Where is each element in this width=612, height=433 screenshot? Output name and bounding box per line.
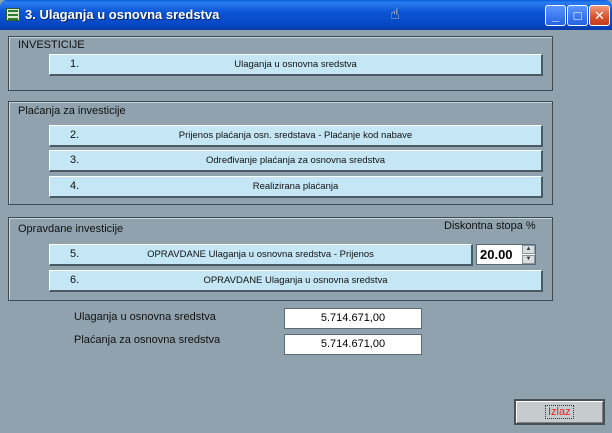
investicije-label: INVESTICIJE xyxy=(18,39,85,51)
minimize-button[interactable]: _ xyxy=(545,5,566,26)
button-label: OPRAVDANE Ulaganja u osnovna sredstva - … xyxy=(147,249,374,260)
button-label: Prijenos plaćanja osn. sredstava - Plaća… xyxy=(178,130,413,141)
discount-rate-label: Diskontna stopa % xyxy=(444,220,536,232)
button-label: Ulaganja u osnovna sredstva xyxy=(234,59,357,70)
button-label: Određivanje plaćanja za osnovna sredstva xyxy=(205,155,386,166)
opravdane-ulaganja-button[interactable]: 6. OPRAVDANE Ulaganja u osnovna sredstva xyxy=(49,270,543,292)
ulaganja-sum-field: 5.714.671,00 xyxy=(284,308,422,329)
spin-down-icon[interactable]: ▼ xyxy=(522,255,535,264)
discount-rate-value[interactable]: 20.00 xyxy=(480,247,513,262)
opravdane-prijenos-button[interactable]: 5. OPRAVDANE Ulaganja u osnovna sredstva… xyxy=(49,244,473,266)
placanja-sum-label: Plaćanja za osnovna sredstva xyxy=(74,334,221,346)
close-button[interactable]: ✕ xyxy=(589,5,610,26)
prijenos-placanja-button[interactable]: 2. Prijenos plaćanja osn. sredstava - Pl… xyxy=(49,125,543,147)
placanja-label: Plaćanja za investicije xyxy=(18,105,126,117)
exit-button-label: Izlaz xyxy=(545,405,574,419)
spin-up-icon[interactable]: ▲ xyxy=(522,245,535,254)
button-label: Realizirana plaćanja xyxy=(252,181,339,192)
app-icon xyxy=(6,8,20,21)
discount-rate-spinner[interactable]: 20.00 ▲ ▼ xyxy=(476,244,536,265)
exit-button[interactable]: Izlaz xyxy=(514,399,605,425)
odredivanje-placanja-button[interactable]: 3. Određivanje plaćanja za osnovna sreds… xyxy=(49,150,543,172)
button-label: OPRAVDANE Ulaganja u osnovna sredstva xyxy=(203,275,388,286)
window-title: 3. Ulaganja u osnovna sredstva xyxy=(25,7,220,22)
title-bar[interactable]: 3. Ulaganja u osnovna sredstva ☝ _ □ ✕ xyxy=(0,0,612,30)
ulaganja-button[interactable]: 1. Ulaganja u osnovna sredstva xyxy=(49,54,543,76)
placanja-sum-field: 5.714.671,00 xyxy=(284,334,422,355)
hand-cursor-icon: ☝ xyxy=(390,6,400,23)
realizirana-placanja-button[interactable]: 4. Realizirana plaćanja xyxy=(49,176,543,198)
opravdane-label: Opravdane investicije xyxy=(18,223,124,235)
ulaganja-sum-label: Ulaganja u osnovna sredstva xyxy=(74,311,216,323)
maximize-button[interactable]: □ xyxy=(567,5,588,26)
